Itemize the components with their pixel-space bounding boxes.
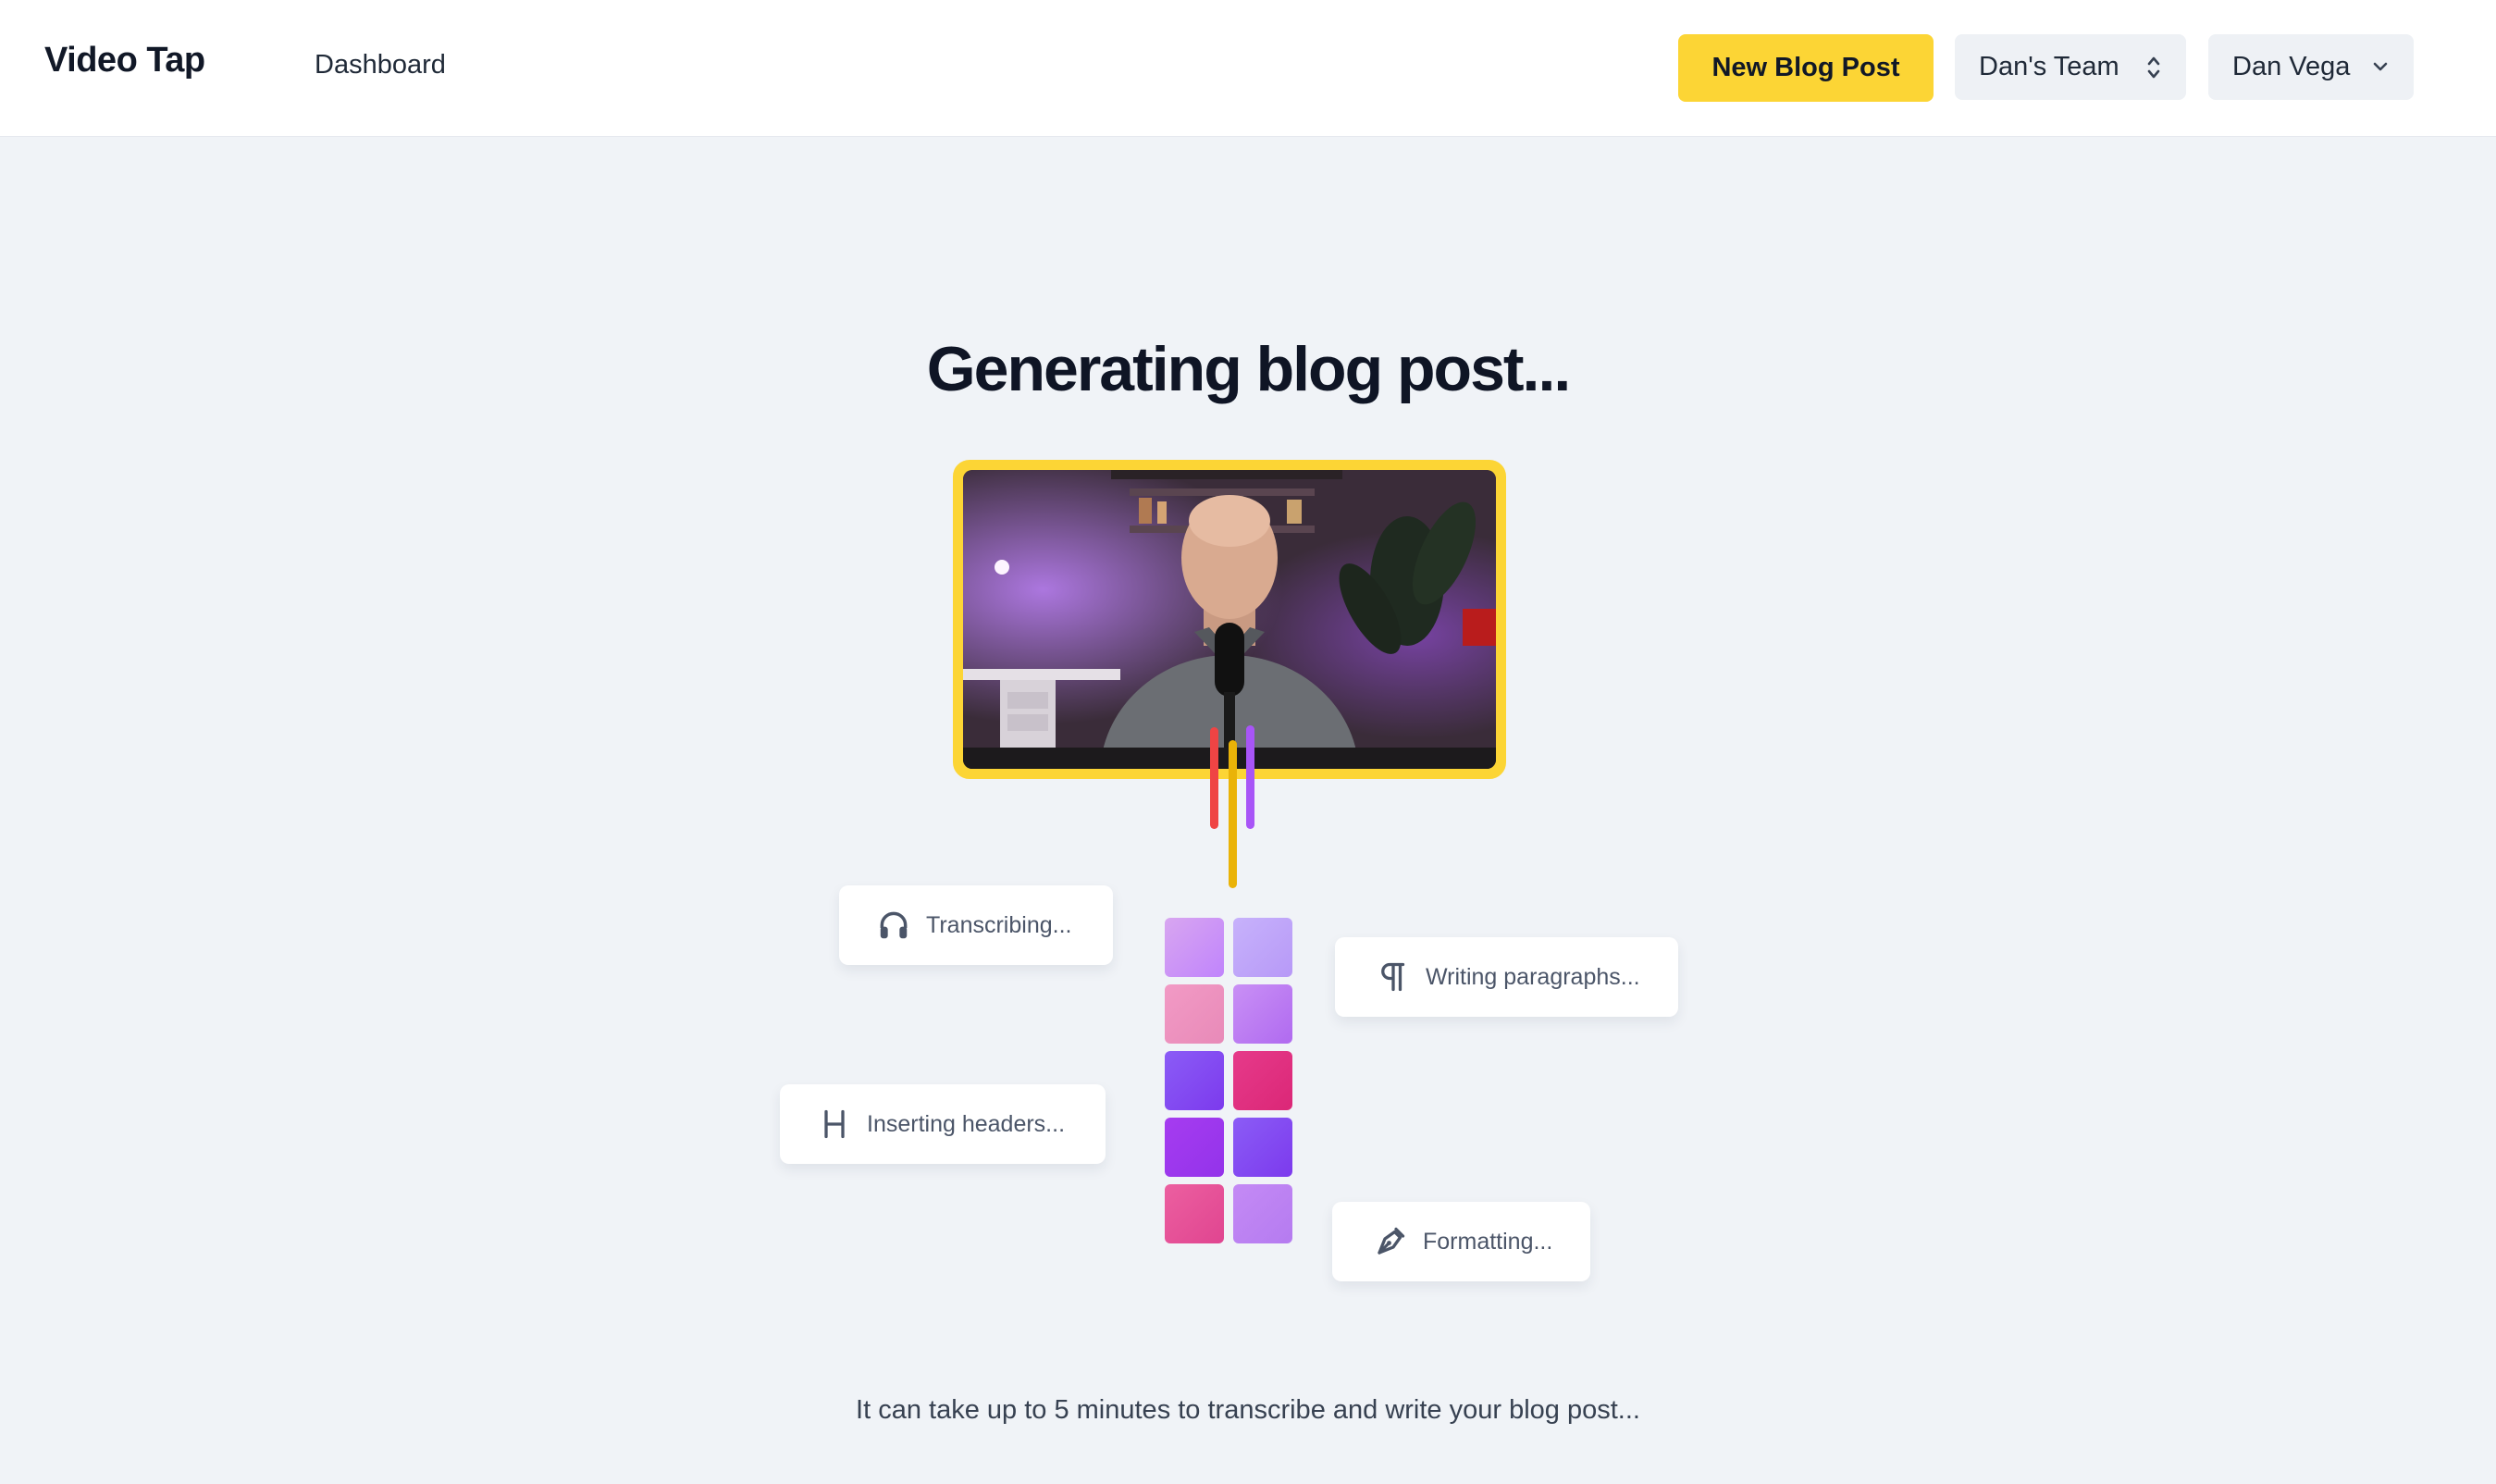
step-transcribing-label: Transcribing...	[926, 911, 1072, 938]
step-inserting-headers: Inserting headers...	[780, 1084, 1106, 1164]
progress-tile	[1165, 1184, 1224, 1243]
heading-icon	[817, 1107, 852, 1142]
progress-tile	[1233, 1118, 1292, 1177]
step-headers-label: Inserting headers...	[867, 1110, 1066, 1137]
pen-nib-icon	[1373, 1224, 1408, 1259]
chevron-up-down-icon	[2147, 56, 2160, 79]
team-selector-label: Dan's Team	[1979, 52, 2119, 81]
user-menu-label: Dan Vega	[2232, 52, 2351, 81]
headphones-icon	[876, 908, 911, 943]
pipeline-line-purple	[1246, 725, 1254, 829]
progress-tile	[1165, 1051, 1224, 1110]
paragraph-icon	[1376, 959, 1411, 995]
progress-tile	[1165, 918, 1224, 977]
progress-tile	[1165, 1118, 1224, 1177]
nav-dashboard-link[interactable]: Dashboard	[315, 50, 446, 80]
step-writing-label: Writing paragraphs...	[1426, 963, 1640, 990]
progress-tile	[1233, 918, 1292, 977]
progress-tile	[1233, 1184, 1292, 1243]
top-navbar: Video Tap Dashboard New Blog Post Dan's …	[0, 0, 2496, 137]
pipeline-line-yellow	[1229, 740, 1237, 888]
time-estimate-note: It can take up to 5 minutes to transcrib…	[856, 1395, 1640, 1425]
progress-tile	[1233, 984, 1292, 1044]
step-formatting-label: Formatting...	[1423, 1228, 1553, 1255]
user-menu[interactable]: Dan Vega	[2208, 34, 2414, 100]
video-thumbnail-frame	[953, 460, 1506, 779]
app-logo[interactable]: Video Tap	[44, 41, 205, 80]
progress-tile	[1165, 984, 1224, 1044]
step-writing-paragraphs: Writing paragraphs...	[1335, 937, 1678, 1017]
team-selector[interactable]: Dan's Team	[1955, 34, 2186, 100]
step-transcribing: Transcribing...	[839, 885, 1113, 965]
pipeline-line-red	[1210, 727, 1218, 829]
page-title: Generating blog post...	[926, 334, 1571, 404]
progress-tile	[1233, 1051, 1292, 1110]
video-thumbnail	[963, 470, 1496, 769]
new-blog-post-label: New Blog Post	[1711, 53, 1900, 82]
new-blog-post-button[interactable]: New Blog Post	[1678, 34, 1934, 102]
video-still-image	[963, 470, 1496, 769]
step-formatting: Formatting...	[1332, 1202, 1590, 1281]
chevron-down-icon	[2373, 62, 2388, 71]
